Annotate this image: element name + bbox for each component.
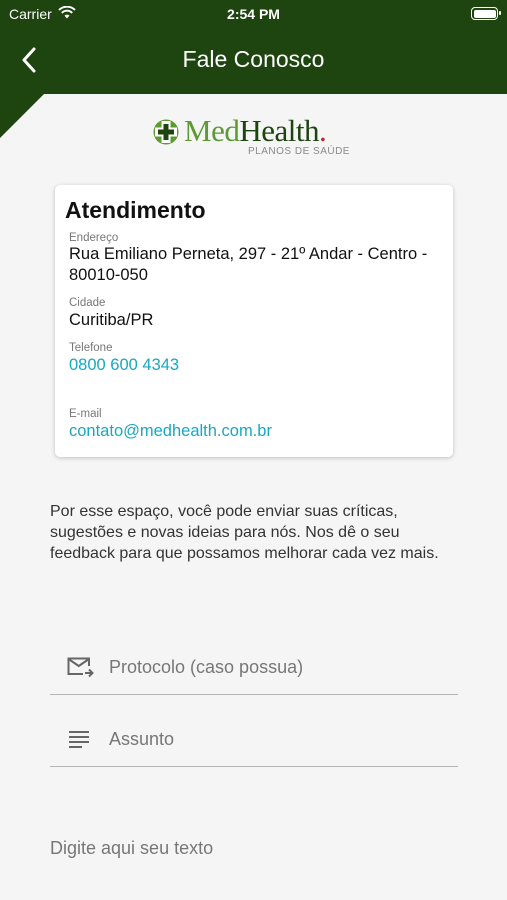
logo-cross-icon xyxy=(153,119,179,145)
address-value: Rua Emiliano Perneta, 297 - 21º Andar - … xyxy=(69,245,428,284)
protocol-field[interactable]: Protocolo (caso possua) xyxy=(50,645,458,695)
phone-link[interactable]: 0800 600 4343 xyxy=(69,355,439,376)
app-bar: Fale Conosco xyxy=(0,28,507,94)
city-value: Curitiba/PR xyxy=(69,311,154,329)
phone-label: Telefone xyxy=(69,342,113,354)
page-title: Fale Conosco xyxy=(182,46,325,72)
mail-forward-icon xyxy=(67,657,94,678)
address-label: Endereço xyxy=(69,232,119,244)
status-time: 2:54 PM xyxy=(227,6,280,22)
city-label: Cidade xyxy=(69,297,106,309)
subject-field[interactable]: Assunto xyxy=(50,717,458,767)
battery-icon xyxy=(471,7,501,20)
subject-placeholder: Assunto xyxy=(109,729,175,749)
message-textarea[interactable]: Digite aqui seu texto xyxy=(50,838,458,888)
card-title: Atendimento xyxy=(65,197,206,223)
subject-lines-icon xyxy=(69,731,89,748)
message-placeholder: Digite aqui seu texto xyxy=(50,838,214,858)
feedback-description: Por esse espaço, você pode enviar suas c… xyxy=(50,503,439,562)
contact-card: Atendimento Endereço Rua Emiliano Pernet… xyxy=(55,185,453,457)
protocol-placeholder: Protocolo (caso possua) xyxy=(109,657,304,677)
email-label: E-mail xyxy=(69,408,102,420)
logo-wordmark: MedHealth. xyxy=(184,113,327,148)
medhealth-logo: MedHealth. PLANOS DE SAÚDE xyxy=(152,113,362,159)
logo-tagline: PLANOS DE SAÚDE xyxy=(248,146,350,157)
header-corner-decoration xyxy=(0,94,44,138)
status-bar: Carrier 2:54 PM xyxy=(0,0,507,28)
email-link[interactable]: contato@medhealth.com.br xyxy=(69,421,439,442)
